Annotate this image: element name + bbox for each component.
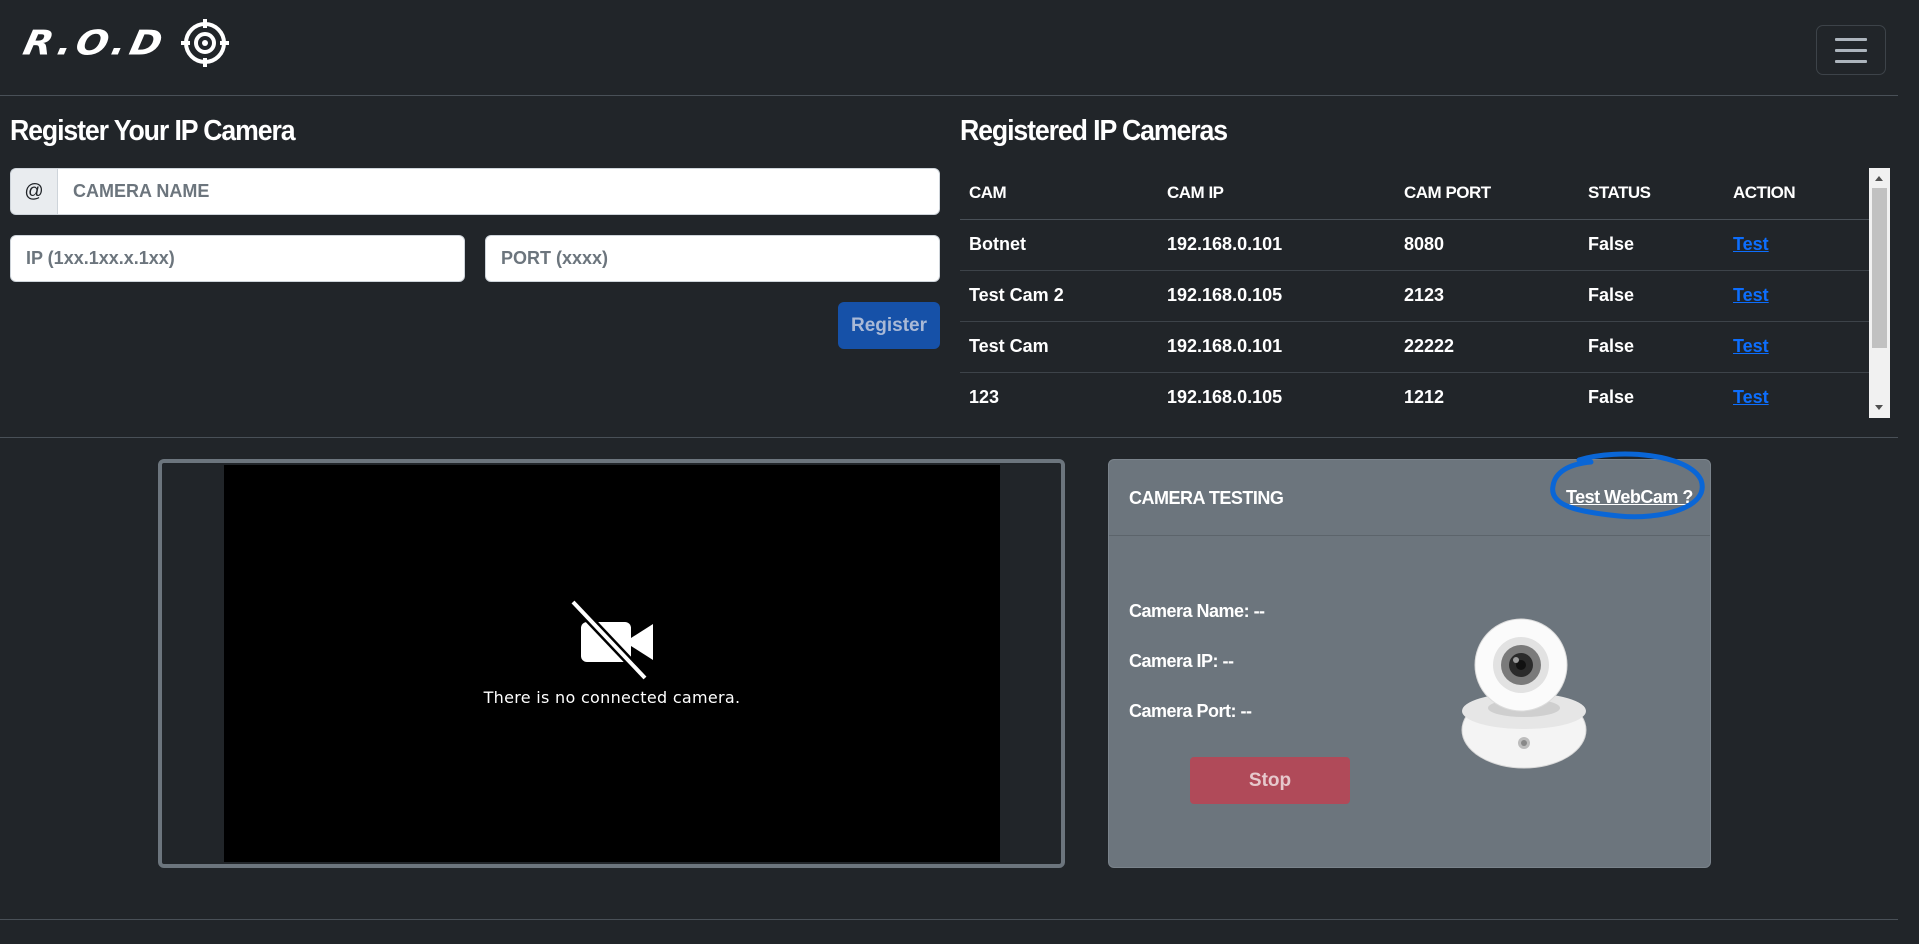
cam-ip-cell: 192.168.0.105 xyxy=(1158,270,1395,322)
video-preview-frame: There is no connected camera. xyxy=(158,459,1065,868)
cam-name-cell: Test Cam 2 xyxy=(960,270,1158,322)
cam-name-cell: 123 xyxy=(960,372,1158,418)
cam-ip-cell: 192.168.0.101 xyxy=(1158,219,1395,271)
register-button[interactable]: Register xyxy=(838,302,940,349)
camera-testing-card: CAMERA TESTING Test WebCam ? Camera Name… xyxy=(1108,451,1711,868)
table-scrollbar[interactable] xyxy=(1869,168,1890,418)
cam-status-cell: False xyxy=(1579,372,1724,418)
camera-name-group: @ xyxy=(10,168,940,215)
cam-port-cell: 8080 xyxy=(1395,219,1579,271)
cam-name-cell: Test Cam xyxy=(960,321,1158,373)
cam-ip-cell: 192.168.0.105 xyxy=(1158,372,1395,418)
table-row: Test Cam 2 192.168.0.105 2123 False Test xyxy=(960,270,1869,322)
cam-port-cell: 1212 xyxy=(1395,372,1579,418)
test-link[interactable]: Test xyxy=(1733,336,1769,356)
hamburger-menu-icon xyxy=(1835,37,1867,41)
registered-cameras-section: Registered IP Cameras CAM CAM IP CAM POR… xyxy=(960,115,1890,418)
video-off-icon xyxy=(569,600,653,680)
scroll-down-icon[interactable] xyxy=(1875,405,1883,410)
crosshair-icon xyxy=(180,19,229,67)
camera-table: CAM CAM IP CAM PORT STATUS ACTION Botnet… xyxy=(960,168,1869,418)
column-header-status: STATUS xyxy=(1579,168,1724,220)
register-title: Register Your IP Camera xyxy=(10,115,296,147)
test-link[interactable]: Test xyxy=(1733,387,1769,407)
cam-name-cell: Botnet xyxy=(960,219,1158,271)
test-link[interactable]: Test xyxy=(1733,285,1769,305)
camera-name-label: Camera Name: -- xyxy=(1129,601,1265,621)
cam-port-cell: 2123 xyxy=(1395,270,1579,322)
cam-status-cell: False xyxy=(1579,321,1724,373)
camera-name-input[interactable] xyxy=(57,168,940,215)
cam-status-cell: False xyxy=(1579,270,1724,322)
test-link[interactable]: Test xyxy=(1733,234,1769,254)
column-header-cam-port: CAM PORT xyxy=(1395,168,1579,220)
table-row: 123 192.168.0.105 1212 False Test xyxy=(960,372,1869,418)
scroll-up-icon[interactable] xyxy=(1875,176,1883,181)
cam-status-cell: False xyxy=(1579,219,1724,271)
cam-port-cell: 22222 xyxy=(1395,321,1579,373)
cam-ip-cell: 192.168.0.101 xyxy=(1158,321,1395,373)
camera-port-label: Camera Port: -- xyxy=(1129,701,1252,721)
webcam-icon xyxy=(1461,618,1587,769)
camera-ip-label: Camera IP: -- xyxy=(1129,651,1234,671)
ip-input[interactable] xyxy=(10,235,465,282)
registered-title: Registered IP Cameras xyxy=(960,115,1228,147)
brand-name: R.O.D xyxy=(19,23,171,63)
column-header-action: ACTION xyxy=(1724,168,1869,220)
column-header-cam-ip: CAM IP xyxy=(1158,168,1395,220)
card-title: CAMERA TESTING xyxy=(1129,488,1284,508)
stop-button[interactable]: Stop xyxy=(1190,757,1350,804)
camera-table-container[interactable]: CAM CAM IP CAM PORT STATUS ACTION Botnet… xyxy=(960,168,1890,418)
column-header-cam: CAM xyxy=(960,168,1158,220)
scrollbar-thumb[interactable] xyxy=(1872,188,1887,348)
register-camera-section: Register Your IP Camera @ Register xyxy=(10,115,940,349)
navbar: R.O.D xyxy=(0,0,1898,96)
footer-divider xyxy=(0,919,1898,920)
table-header-row: CAM CAM IP CAM PORT STATUS ACTION xyxy=(960,168,1869,220)
navbar-toggler-button[interactable] xyxy=(1816,25,1886,75)
port-input[interactable] xyxy=(485,235,940,282)
video-preview: There is no connected camera. xyxy=(224,465,1000,862)
table-row: Botnet 192.168.0.101 8080 False Test xyxy=(960,219,1869,271)
section-divider xyxy=(0,437,1898,438)
card-header: CAMERA TESTING Test WebCam ? xyxy=(1109,451,1710,536)
at-prefix: @ xyxy=(10,168,57,215)
test-webcam-link[interactable]: Test WebCam ? xyxy=(1566,487,1693,508)
brand[interactable]: R.O.D xyxy=(20,18,230,68)
no-camera-message: There is no connected camera. xyxy=(483,688,741,707)
table-row: Test Cam 192.168.0.101 22222 False Test xyxy=(960,321,1869,373)
